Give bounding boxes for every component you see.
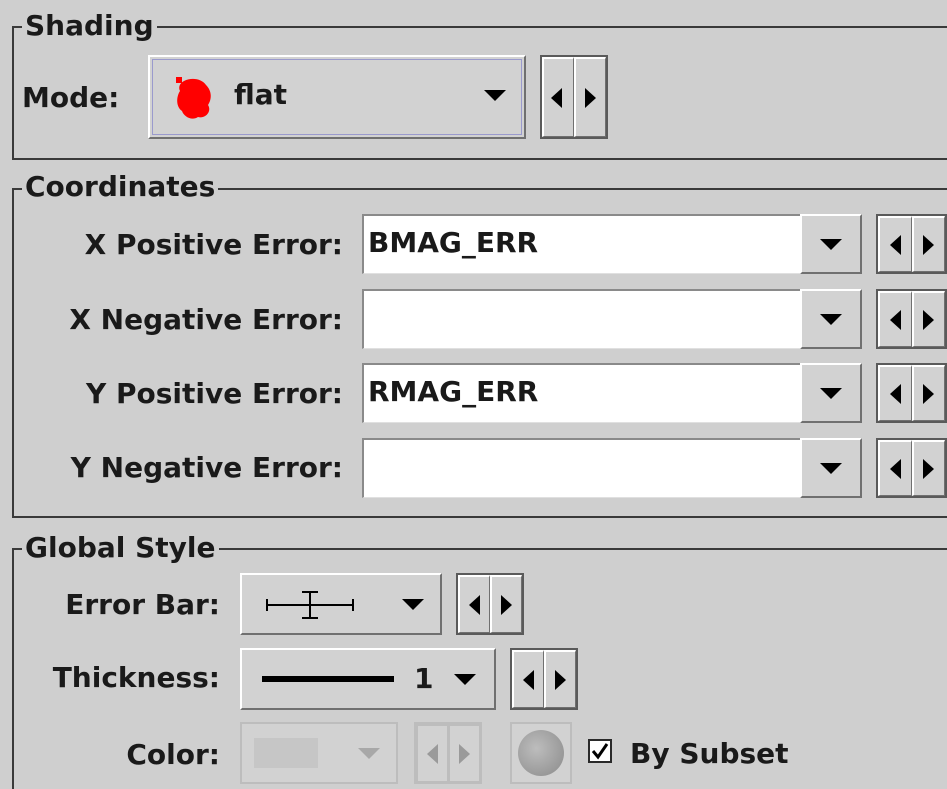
mode-value: flat: [234, 78, 288, 111]
y-negative-error-dropdown[interactable]: [800, 438, 862, 498]
arrow-right-icon: [922, 310, 934, 330]
y-negative-error-prev[interactable]: [878, 440, 912, 496]
chevron-down-icon: [454, 674, 476, 685]
x-positive-error-field[interactable]: BMAG_ERR: [362, 214, 802, 274]
color-label: Color:: [126, 738, 220, 771]
y-negative-error-field[interactable]: [362, 438, 802, 498]
global-style-legend: Global Style: [22, 531, 219, 565]
chevron-down-icon: [484, 90, 506, 101]
y-negative-error-label: Y Negative Error:: [70, 451, 343, 484]
color-chooser-button[interactable]: [510, 722, 572, 784]
x-positive-error-next[interactable]: [911, 216, 945, 272]
chevron-down-icon: [820, 239, 842, 250]
x-positive-error-label: X Positive Error:: [84, 228, 343, 261]
arrow-left-icon: [890, 459, 901, 479]
y-negative-error-next[interactable]: [911, 440, 945, 496]
shading-legend: Shading: [22, 9, 157, 43]
arrow-left-icon: [427, 744, 438, 764]
thickness-label: Thickness:: [52, 661, 220, 694]
by-subset-label[interactable]: By Subset: [630, 737, 789, 771]
color-next[interactable]: [448, 724, 480, 782]
thickness-combo[interactable]: 1: [240, 648, 496, 710]
color-swatch: [254, 738, 318, 768]
arrow-right-icon: [922, 384, 934, 404]
mode-label: Mode:: [22, 81, 120, 114]
mode-stepper[interactable]: [540, 55, 608, 139]
arrow-left-icon: [551, 88, 562, 108]
error-bar-combo[interactable]: [240, 573, 442, 635]
x-negative-error-stepper[interactable]: [876, 289, 947, 349]
error-bar-prev[interactable]: [458, 575, 490, 633]
error-bar-stepper[interactable]: [456, 573, 524, 635]
arrow-left-icon: [890, 384, 901, 404]
chevron-down-icon: [358, 748, 380, 759]
arrow-right-icon: [922, 235, 934, 255]
thickness-value: 1: [414, 662, 434, 695]
y-positive-error-stepper[interactable]: [876, 363, 947, 423]
chevron-down-icon: [820, 463, 842, 474]
mode-next-button[interactable]: [574, 57, 606, 137]
error-bar-label: Error Bar:: [65, 588, 220, 621]
x-positive-error-stepper[interactable]: [876, 214, 947, 274]
checkmark-icon: [591, 743, 609, 760]
y-positive-error-label: Y Positive Error:: [85, 377, 343, 410]
thickness-next[interactable]: [544, 650, 576, 708]
arrow-right-icon: [459, 744, 470, 764]
x-negative-error-next[interactable]: [911, 291, 945, 347]
by-subset-checkbox[interactable]: [588, 739, 612, 763]
color-combo[interactable]: [240, 722, 398, 784]
arrow-right-icon: [922, 459, 934, 479]
arrow-right-icon: [585, 88, 596, 108]
arrow-left-icon: [469, 595, 480, 615]
x-negative-error-label: X Negative Error:: [69, 303, 343, 336]
mode-combo[interactable]: flat: [148, 55, 526, 139]
x-negative-error-prev[interactable]: [878, 291, 912, 347]
chevron-down-icon: [820, 388, 842, 399]
x-negative-error-dropdown[interactable]: [800, 289, 862, 349]
y-positive-error-dropdown[interactable]: [800, 363, 862, 423]
coordinates-legend: Coordinates: [22, 170, 219, 204]
chevron-down-icon: [820, 314, 842, 325]
x-positive-error-dropdown[interactable]: [800, 214, 862, 274]
flat-shading-icon: [176, 77, 211, 119]
arrow-right-icon: [501, 595, 512, 615]
arrow-right-icon: [555, 670, 566, 690]
line-thickness-sample: [262, 676, 394, 682]
mode-prev-button[interactable]: [542, 57, 574, 137]
arrow-left-icon: [890, 235, 901, 255]
y-positive-error-field[interactable]: RMAG_ERR: [362, 363, 802, 423]
thickness-stepper[interactable]: [510, 648, 578, 710]
error-bar-icon: [266, 591, 354, 619]
x-negative-error-field[interactable]: [362, 289, 802, 349]
y-positive-error-next[interactable]: [911, 365, 945, 421]
y-negative-error-stepper[interactable]: [876, 438, 947, 498]
color-stepper[interactable]: [414, 722, 482, 784]
x-positive-error-prev[interactable]: [878, 216, 912, 272]
y-positive-error-prev[interactable]: [878, 365, 912, 421]
color-wheel-icon: [518, 730, 564, 776]
chevron-down-icon: [402, 599, 424, 610]
color-prev[interactable]: [416, 724, 448, 782]
error-bar-next[interactable]: [490, 575, 522, 633]
arrow-left-icon: [890, 310, 901, 330]
arrow-left-icon: [523, 670, 534, 690]
thickness-prev[interactable]: [512, 650, 544, 708]
